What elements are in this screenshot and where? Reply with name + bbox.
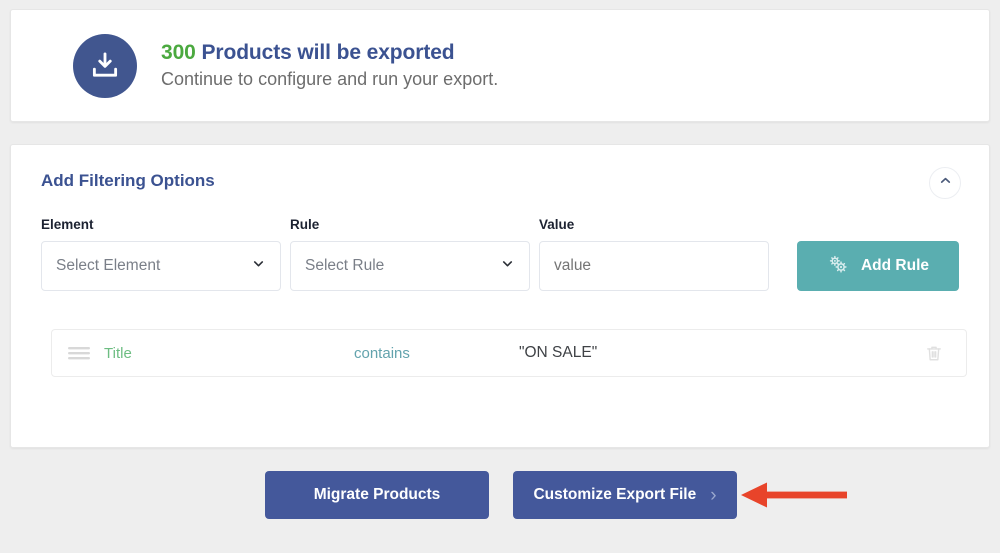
element-label: Element [41,217,94,232]
export-count: 300 [161,40,196,64]
add-rule-label: Add Rule [860,257,930,274]
rules-list: Title contains "ON SALE" [51,329,967,377]
export-download-glyph [92,52,118,77]
filter-panel-heading: Add Filtering Options [41,171,215,190]
filtering-options-card: Add Filtering Options Element Select Ele… [10,144,990,448]
value-label: Value [539,217,575,232]
drag-handle-icon[interactable] [68,345,90,361]
export-summary-card: 300 Products will be exported Continue t… [10,9,990,122]
summary-title-rest: Products will be exported [195,40,455,64]
gears-icon [827,253,849,280]
chevron-up-icon [939,174,952,192]
element-field-group: Element Select Element [41,217,281,291]
chevron-right-icon: › [710,484,717,506]
annotation-arrow-left [741,482,847,508]
summary-text-block: 300 Products will be exported Continue t… [161,40,498,92]
trash-icon[interactable] [924,343,944,364]
customize-export-label: Customize Export File [533,486,697,503]
rule-value-value: "ON SALE" [519,344,598,361]
filter-field-row: Element Select Element Rule Select Rule [41,217,959,291]
summary-title: 300 Products will be exported [161,40,498,66]
value-field-group: Value [539,217,785,291]
element-select-value: Select Element [56,257,161,274]
summary-subtitle: Continue to configure and run your expor… [161,69,499,90]
rule-condition-value: contains [354,344,410,362]
chevron-down-icon [500,256,515,276]
migrate-products-label: Migrate Products [313,486,441,503]
rule-field-group: Rule Select Rule [290,217,530,291]
table-row[interactable]: Title contains "ON SALE" [51,329,967,377]
add-rule-button[interactable]: Add Rule [797,241,959,291]
value-input[interactable] [539,241,769,291]
rule-label: Rule [290,217,320,232]
rule-select[interactable]: Select Rule [290,241,530,291]
element-select[interactable]: Select Element [41,241,281,291]
footer-actions: Migrate Products Customize Export File › [265,471,737,519]
rule-select-value: Select Rule [305,257,385,274]
customize-export-file-button[interactable]: Customize Export File › [513,471,737,519]
summary-inner: 300 Products will be exported Continue t… [11,10,989,121]
rule-element-value: Title [104,344,132,362]
chevron-down-icon [251,256,266,276]
collapse-panel-button[interactable] [929,167,961,199]
export-download-icon [73,33,137,98]
migrate-products-button[interactable]: Migrate Products [265,471,489,519]
